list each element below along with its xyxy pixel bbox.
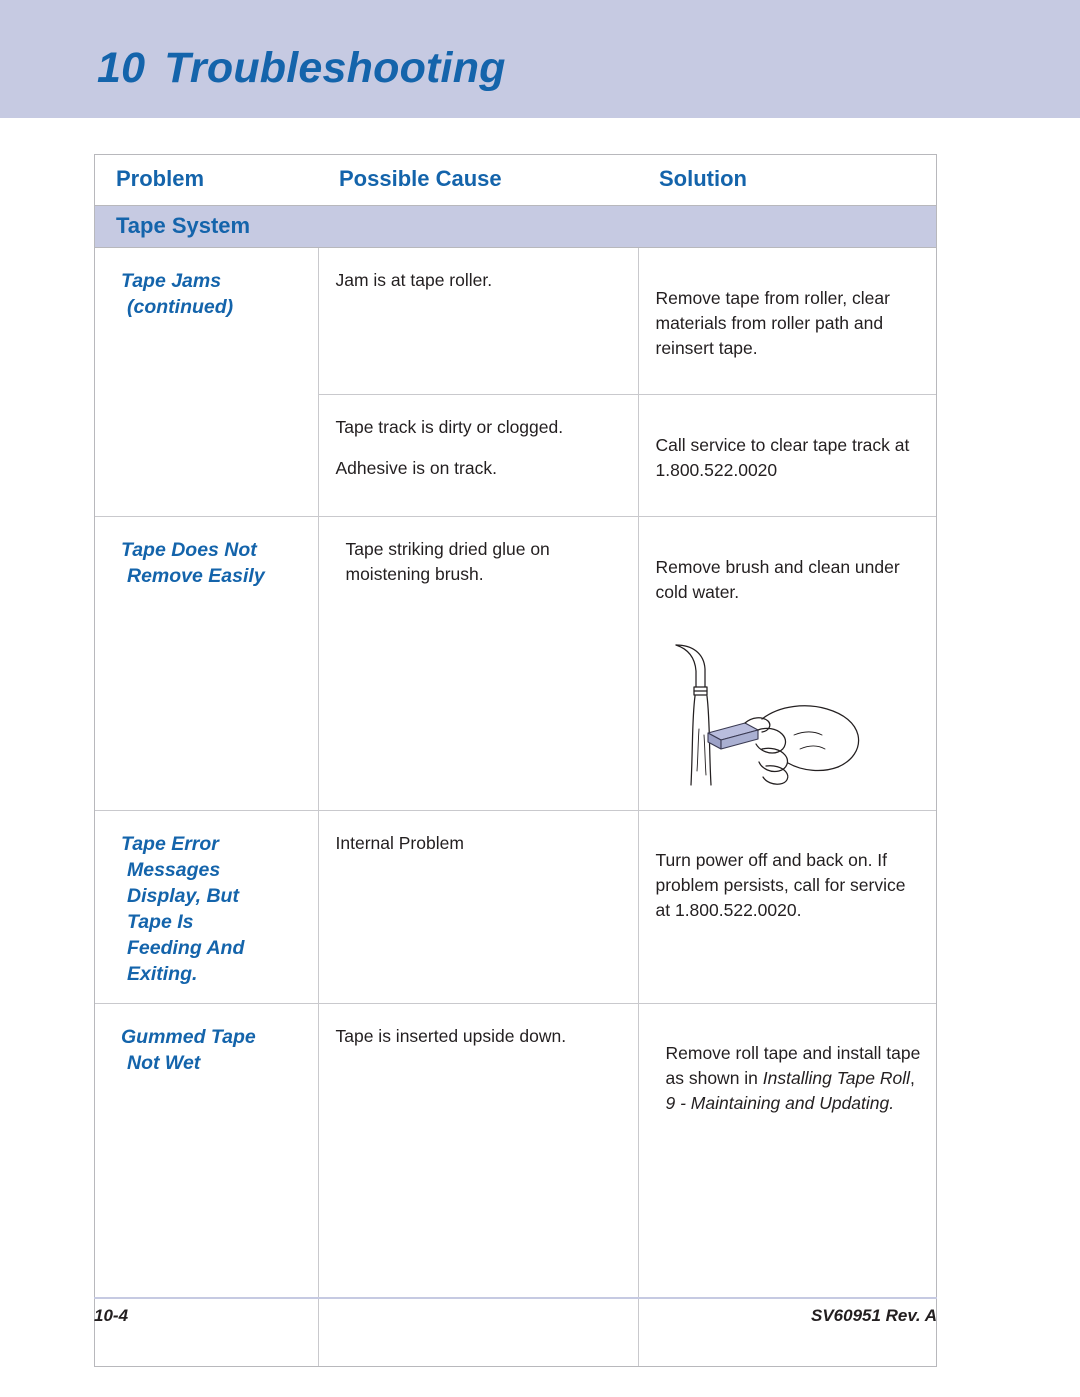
cause-cell: Internal Problem	[317, 809, 638, 1003]
problem-cell-tape-does-not-remove-easily: Tape Does Not Remove Easily	[95, 516, 318, 810]
problem-title-line-2: Not Wet	[127, 1051, 201, 1074]
table-row: Tape Jams (continued) Jam is at tape rol…	[95, 247, 936, 517]
chapter-number: 10	[97, 44, 146, 92]
solution-cell: Call service to clear tape track at 1.80…	[637, 394, 936, 517]
cause-cell: Tape striking dried glue on moistening b…	[317, 516, 638, 810]
problem-cell-gummed-tape-not-wet: Gummed Tape Not Wet	[95, 1002, 318, 1366]
solution-text: Turn power off and back on. If problem p…	[655, 850, 906, 920]
solution-cell: Remove tape from roller, clear materials…	[637, 247, 936, 395]
problem-title-line-2: Remove Easily	[127, 565, 265, 587]
section-label: Tape System	[116, 213, 251, 238]
table-row: Gummed Tape Not Wet Tape is inserted ups…	[95, 1002, 936, 1366]
problem-title: Tape Error Messages Display, But Tape Is…	[121, 831, 304, 987]
troubleshooting-table: Problem Possible Cause Solution Tape Sys…	[94, 154, 937, 1367]
cause-text: Tape is inserted upside down.	[335, 1025, 567, 1046]
chapter-title-text: Troubleshooting	[164, 44, 506, 92]
page-title: 10 Troubleshooting	[97, 44, 506, 93]
cause-cell: Tape is inserted upside down.	[317, 1002, 638, 1366]
faucet-and-hand-with-brush-illustration	[656, 639, 923, 794]
cause-text-line-2: Adhesive is on track.	[335, 458, 497, 478]
problem-title-line-3: Display, But	[127, 884, 239, 907]
problem-title-line-4: Tape Is	[127, 910, 194, 933]
section-band-tape-system: Tape System	[95, 205, 936, 248]
cause-cell: Tape track is dirty or clogged. Adhesive…	[317, 394, 638, 517]
cause-text: Internal Problem	[335, 832, 464, 853]
column-header-solution: Solution	[638, 155, 936, 206]
problem-title-line-6: Exiting.	[127, 962, 198, 985]
problem-title: Tape Jams (continued)	[121, 268, 304, 320]
solution-text: Remove tape from roller, clear materials…	[655, 287, 890, 358]
problem-title-line-5: Feeding And	[127, 936, 245, 959]
solution-text: Call service to clear tape track at 1.80…	[655, 434, 910, 480]
table-row: Tape Does Not Remove Easily Tape strikin…	[95, 516, 936, 810]
solution-cell: Turn power off and back on. If problem p…	[637, 809, 936, 1003]
problem-title: Tape Does Not Remove Easily	[121, 537, 304, 589]
problem-cell-tape-jams: Tape Jams (continued)	[95, 247, 318, 517]
problem-title-line-1: Tape Jams	[121, 270, 222, 292]
problem-title-line-1: Gummed Tape	[121, 1025, 256, 1048]
cause-text-line-1: Tape track is dirty or clogged.	[335, 417, 564, 437]
cause-text: Jam is at tape roller.	[335, 270, 493, 290]
problem-title-line-2: (continued)	[127, 296, 234, 318]
solution-text-part-2: ,	[910, 1068, 915, 1088]
column-header-problem: Problem	[95, 155, 318, 206]
solution-reference-chapter: 9 - Maintaining and Updating.	[665, 1093, 895, 1113]
footer-page-number: 10-4	[94, 1306, 129, 1325]
problem-cell-tape-error-messages: Tape Error Messages Display, But Tape Is…	[95, 809, 318, 1003]
problem-title: Gummed Tape Not Wet	[121, 1024, 304, 1076]
problem-title-line-2: Messages	[127, 858, 221, 881]
table-row: Tape Error Messages Display, But Tape Is…	[95, 809, 936, 1003]
problem-title-line-1: Tape Does Not	[121, 539, 257, 561]
cause-text: Tape striking dried glue on moistening b…	[345, 539, 550, 584]
footer-document-id: SV60951 Rev. A	[810, 1306, 937, 1325]
solution-cell: Remove brush and clean under cold water.	[637, 516, 936, 810]
cause-cell: Jam is at tape roller.	[317, 247, 638, 395]
section-band-cell: Tape System	[95, 205, 936, 248]
solution-text: Remove brush and clean under cold water.	[655, 556, 900, 602]
solution-reference-title: Installing Tape Roll	[762, 1068, 911, 1088]
table-header-row: Problem Possible Cause Solution	[95, 155, 936, 206]
problem-title-line-1: Tape Error	[121, 832, 219, 855]
footer-divider	[94, 1297, 937, 1299]
column-header-possible-cause: Possible Cause	[318, 155, 638, 206]
